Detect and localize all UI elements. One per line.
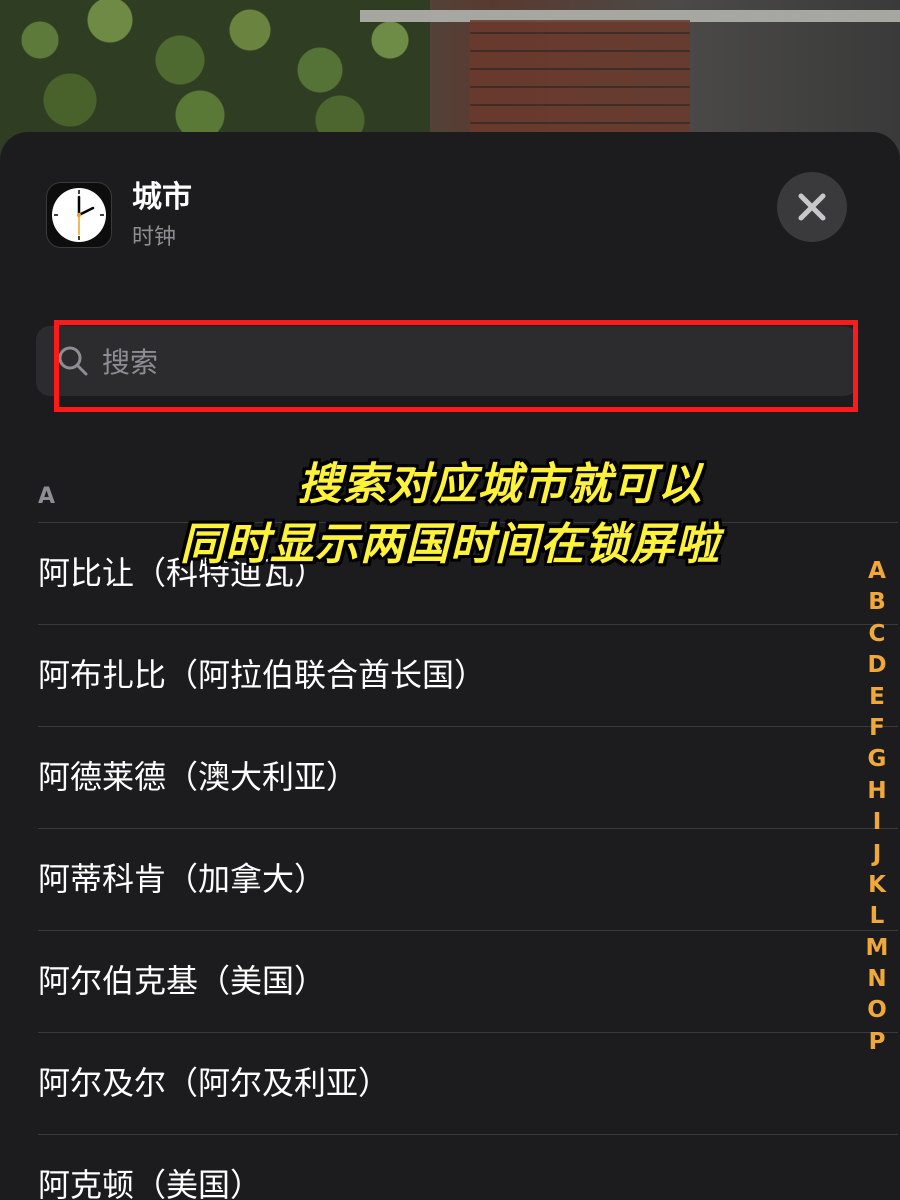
index-letter[interactable]: O xyxy=(862,995,892,1026)
city-list: 阿比让（科特迪瓦） 阿布扎比（阿拉伯联合酋长国） 阿德莱德（澳大利亚） 阿蒂科肯… xyxy=(38,522,898,1200)
index-letter[interactable]: J xyxy=(862,839,892,870)
city-row[interactable]: 阿克顿（美国） xyxy=(38,1134,898,1200)
index-letter[interactable]: N xyxy=(862,964,892,995)
index-letter[interactable]: A xyxy=(862,556,892,587)
index-letter[interactable]: M xyxy=(862,933,892,964)
city-row[interactable]: 阿德莱德（澳大利亚） xyxy=(38,726,898,828)
index-letter[interactable]: L xyxy=(862,901,892,932)
index-letter[interactable]: C xyxy=(862,619,892,650)
page-title: 城市 xyxy=(132,180,192,215)
clock-icon xyxy=(46,182,112,248)
index-letter[interactable]: I xyxy=(862,807,892,838)
city-row[interactable]: 阿蒂科肯（加拿大） xyxy=(38,828,898,930)
city-name: 阿蒂科肯（加拿大） xyxy=(38,860,327,898)
city-name: 阿比让（科特迪瓦） xyxy=(38,554,327,592)
city-row[interactable]: 阿尔及尔（阿尔及利亚） xyxy=(38,1032,898,1134)
index-letter[interactable]: G xyxy=(862,744,892,775)
index-letter[interactable]: F xyxy=(862,713,892,744)
index-letter[interactable]: K xyxy=(862,870,892,901)
city-picker-sheet: 城市 时钟 A 阿比让（科特迪瓦） 阿布扎比（阿拉伯联合酋长国） 阿德莱德（澳大… xyxy=(0,132,900,1200)
index-letter[interactable]: P xyxy=(862,1027,892,1058)
index-letter[interactable]: D xyxy=(862,650,892,681)
city-name: 阿克顿（美国） xyxy=(38,1166,263,1200)
search-input[interactable] xyxy=(100,336,844,388)
city-row[interactable]: 阿比让（科特迪瓦） xyxy=(38,522,898,624)
city-row[interactable]: 阿尔伯克基（美国） xyxy=(38,930,898,1032)
wallpaper-brick-wall xyxy=(470,20,690,140)
screen: 城市 时钟 A 阿比让（科特迪瓦） 阿布扎比（阿拉伯联合酋长国） 阿德莱德（澳大… xyxy=(0,0,900,1200)
index-letter[interactable]: E xyxy=(862,682,892,713)
search-field[interactable] xyxy=(36,326,858,396)
close-button[interactable] xyxy=(777,172,847,242)
city-name: 阿尔伯克基（美国） xyxy=(38,962,327,1000)
index-letter[interactable]: B xyxy=(862,587,892,618)
city-name: 阿尔及尔（阿尔及利亚） xyxy=(38,1064,391,1102)
city-name: 阿布扎比（阿拉伯联合酋长国） xyxy=(38,656,487,694)
city-name: 阿德莱德（澳大利亚） xyxy=(38,758,359,796)
search-icon xyxy=(58,346,88,376)
page-subtitle: 时钟 xyxy=(132,225,177,250)
close-icon xyxy=(798,193,826,221)
city-row[interactable]: 阿布扎比（阿拉伯联合酋长国） xyxy=(38,624,898,726)
index-letter[interactable]: H xyxy=(862,776,892,807)
section-header-a: A xyxy=(38,484,56,509)
alphabet-index[interactable]: A B C D E F G H I J K L M N O P xyxy=(862,556,892,1058)
